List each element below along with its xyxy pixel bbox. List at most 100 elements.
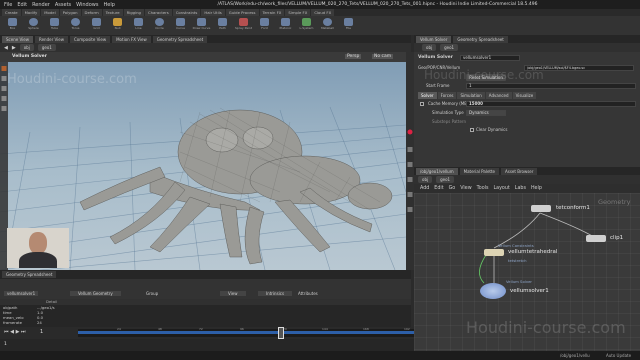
menu-render[interactable]: Render [32, 2, 50, 8]
step-back-icon[interactable]: ◀ [10, 329, 14, 335]
cache-memory-field[interactable]: 15000 [466, 101, 636, 107]
path-geo[interactable]: geo1 [436, 176, 455, 183]
auto-update-menu[interactable]: Auto Update [606, 353, 631, 358]
shelf-tool-file[interactable]: File [339, 18, 358, 33]
tab-motion-fx[interactable]: Motion FX View [112, 35, 151, 43]
cache-checkbox[interactable] [420, 102, 424, 106]
shelf-tab[interactable]: Constraints [172, 9, 201, 16]
tab-material-palette[interactable]: Material Palette [459, 167, 499, 175]
shelf-tool-metaball[interactable]: Metaball [318, 18, 337, 33]
node-name-field[interactable]: vellumsolver1 [460, 55, 520, 61]
range-start[interactable]: 1 [4, 342, 7, 347]
curve-icon [176, 18, 185, 26]
shelf-tab[interactable]: Simple FX [285, 9, 311, 16]
shelf-tool-platonic[interactable]: Platonic [276, 18, 295, 33]
tab-geometry-spreadsheet[interactable]: Geometry Spreadsheet [2, 271, 57, 278]
tab-scene-view[interactable]: Scene View [2, 35, 33, 43]
menu-help[interactable]: Help [531, 186, 542, 191]
menu-tools[interactable]: Tools [477, 186, 489, 191]
shelf-tab[interactable]: Hair Utils [201, 9, 225, 16]
shelf-tab[interactable]: Rigging [123, 9, 144, 16]
subtab-forces[interactable]: Forces [437, 92, 457, 99]
shelf-tool-spray-paint[interactable]: Spray Paint [234, 18, 253, 33]
skip-start-icon[interactable]: ⏮ [4, 329, 9, 335]
attributes-label: Attributes [298, 291, 318, 296]
subtab-solver[interactable]: Solver [418, 92, 437, 99]
substeps-label: Substeps Pattern [432, 119, 467, 124]
shelf-tab[interactable]: Terrain FX [259, 9, 285, 16]
menu-file[interactable]: File [4, 2, 12, 8]
shelf-tool-torus[interactable]: Torus [66, 18, 85, 33]
shelf-tool-font[interactable]: Font [255, 18, 274, 33]
play-icon[interactable]: ▶ [16, 329, 20, 335]
path-obj[interactable]: obj [19, 44, 34, 51]
intrinsics-menu[interactable]: Intrinsics [258, 291, 293, 296]
grid-icon [92, 18, 101, 26]
shelf-tool-line[interactable]: Line [129, 18, 148, 33]
playhead[interactable] [278, 327, 284, 339]
tab-render-view[interactable]: Render View [34, 35, 68, 43]
node-clip1[interactable] [586, 235, 606, 242]
shelf-tab[interactable]: Modify [21, 9, 41, 16]
path-geo[interactable]: geo1 [37, 44, 56, 51]
shelf-tool-circle[interactable]: Circle [150, 18, 169, 33]
menu-assets[interactable]: Assets [55, 2, 71, 8]
node-tetconform1-label: tetconform1 [556, 205, 590, 211]
shelf-tab[interactable]: Texture [102, 9, 123, 16]
sim-type-menu[interactable]: Dynamics [466, 110, 506, 116]
shelf-tab[interactable]: Guide Process [225, 9, 259, 16]
shelf-tool-null[interactable]: Null [108, 18, 127, 33]
menu-layout[interactable]: Layout [493, 186, 509, 191]
shelf-tool-lsystem[interactable]: L-System [297, 18, 316, 33]
node-vellumsolver1[interactable] [480, 283, 506, 299]
tab-parameters[interactable]: Vellum Solver [416, 35, 452, 43]
record-icon [407, 129, 413, 135]
node-vellumtetrahedral[interactable] [484, 249, 504, 256]
shelf-tool-path[interactable]: Path [213, 18, 232, 33]
parameter-tabs: Vellum Solver Geometry Spreadsheet [414, 35, 640, 43]
camera-menu[interactable]: No cam [372, 54, 394, 59]
menu-edit[interactable]: Edit [434, 186, 443, 191]
menu-view[interactable]: View [460, 186, 471, 191]
shelf-tab[interactable]: Polygon [59, 9, 81, 16]
shelf-tab[interactable]: Cloud FX [311, 9, 335, 16]
shelf-tab[interactable]: Characters [144, 9, 172, 16]
spreadsheet-node[interactable]: vellumsolver1 [4, 291, 39, 296]
subtab-advanced[interactable]: Advanced [485, 92, 512, 99]
tab-network[interactable]: /obj/geo1/vellum [416, 167, 458, 175]
view-menu[interactable]: View [220, 291, 246, 296]
clear-dynamics-checkbox[interactable] [470, 128, 474, 132]
shelf-tool-draw-curve[interactable]: Draw Curve [192, 18, 211, 33]
tab-geometry-spreadsheet[interactable]: Geometry Spreadsheet [152, 35, 208, 43]
tab-asset-browser[interactable]: Asset Browser [501, 167, 538, 175]
spreadsheet-view[interactable]: Vellum Geometry [70, 291, 121, 296]
menu-help[interactable]: Help [103, 2, 114, 8]
shelf-tool-grid[interactable]: Grid [87, 18, 106, 33]
shelf-tool-curve[interactable]: Curve [171, 18, 190, 33]
menu-edit[interactable]: Edit [17, 2, 27, 8]
tab-composite-view[interactable]: Composite View [69, 35, 111, 43]
tab-spreadsheet[interactable]: Geometry Spreadsheet [453, 35, 508, 43]
menu-windows[interactable]: Windows [76, 2, 98, 8]
persp-menu[interactable]: Persp [345, 54, 362, 59]
shelf-tool-box[interactable]: Box [3, 18, 22, 33]
shelf-tool-sphere[interactable]: Sphere [24, 18, 43, 33]
timeline-start-frame[interactable]: 1 [40, 329, 43, 335]
path-geo[interactable]: geo1 [440, 44, 459, 51]
menu-add[interactable]: Add [420, 186, 429, 191]
shelf-tool-tube[interactable]: Tube [45, 18, 64, 33]
forward-icon[interactable]: ▶ [12, 45, 16, 51]
subtab-visualize[interactable]: Visualize [512, 92, 537, 99]
shelf-tab[interactable]: Model [41, 9, 59, 16]
path-obj[interactable]: obj [422, 44, 437, 51]
node-tetconform1[interactable] [531, 205, 551, 212]
menu-go[interactable]: Go [449, 186, 456, 191]
shelf-tab[interactable]: Create [2, 9, 21, 16]
path-obj[interactable]: obj [418, 176, 433, 183]
menu-labs[interactable]: Labs [515, 186, 526, 191]
subtab-simulation[interactable]: Simulation [457, 92, 485, 99]
start-frame-field[interactable]: 1 [466, 83, 636, 89]
shelf-tab[interactable]: Deform [81, 9, 102, 16]
back-icon[interactable]: ◀ [4, 45, 8, 51]
skip-end-icon[interactable]: ⏭ [21, 329, 26, 335]
